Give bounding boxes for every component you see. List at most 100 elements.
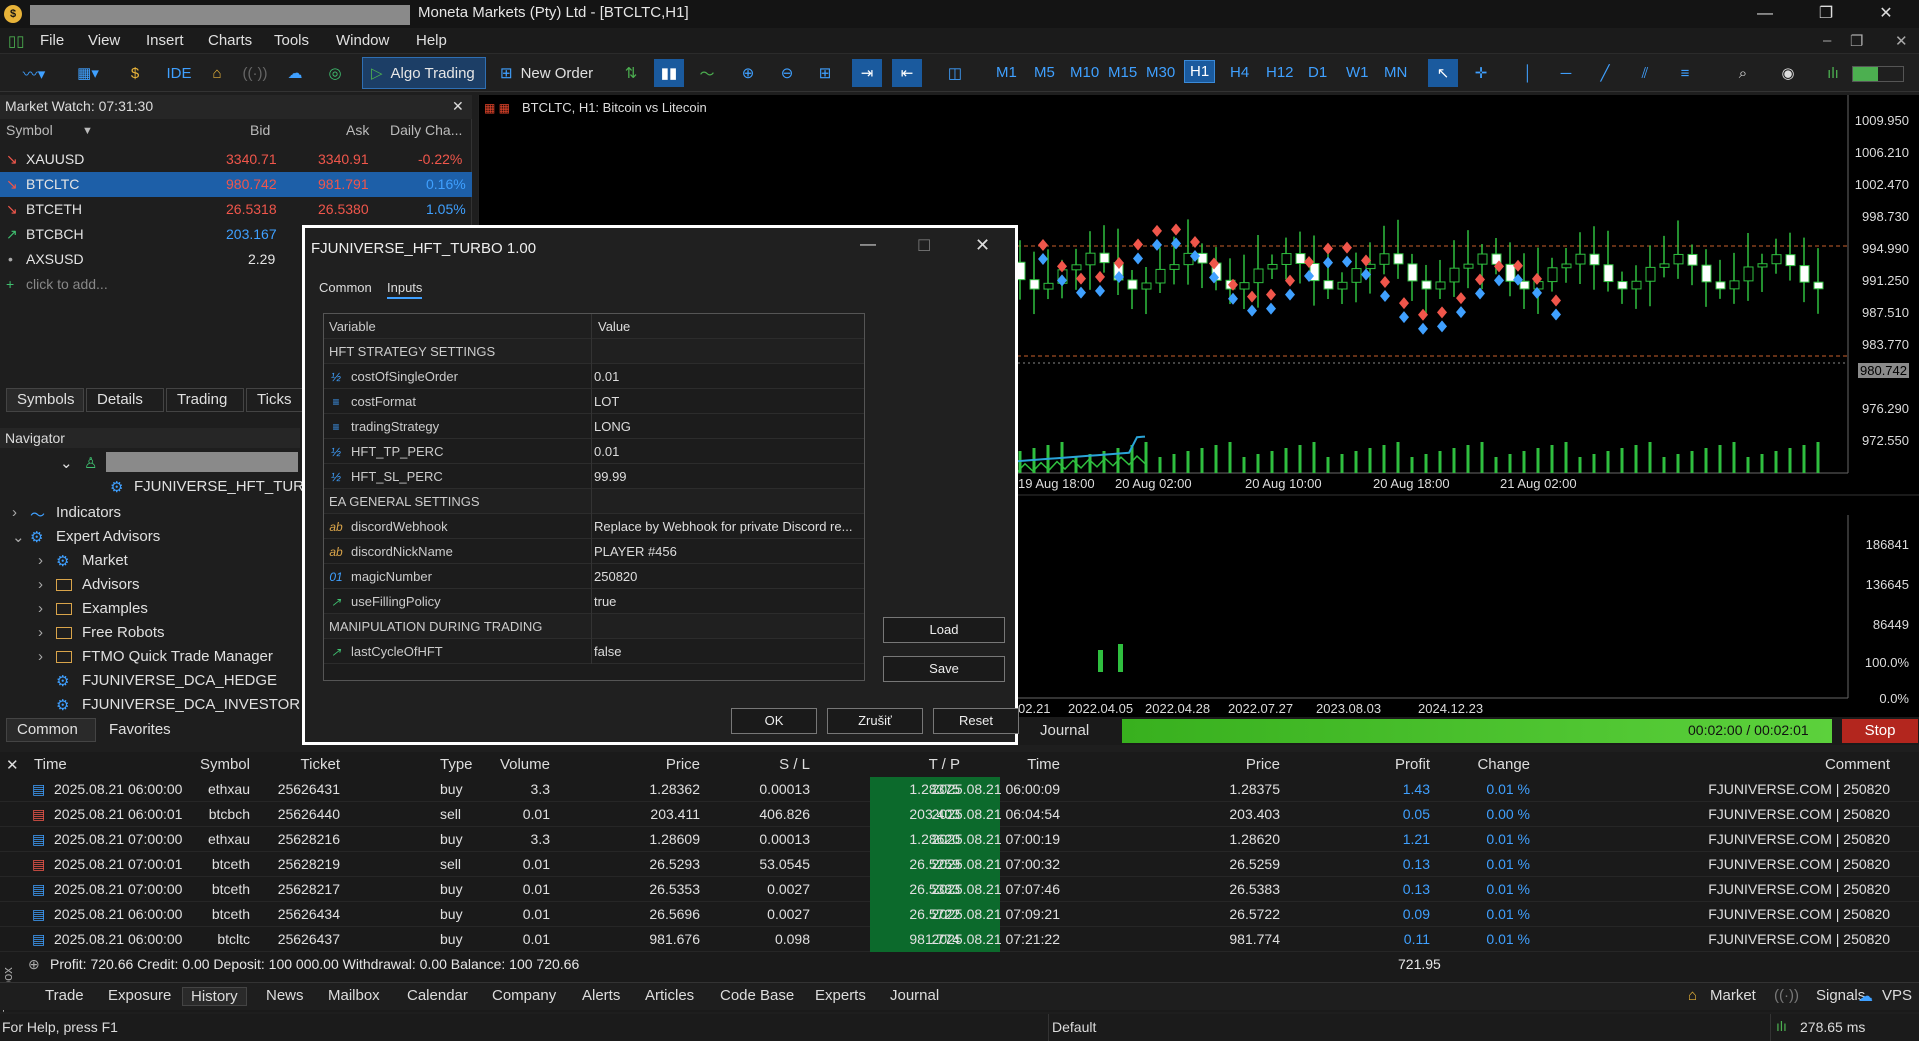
horizontal-line-icon[interactable]: ─ (1553, 59, 1579, 87)
tab-symbols[interactable]: Symbols (6, 388, 84, 412)
navigator-item[interactable]: FJUNIVERSE_HFT_TURBO (134, 478, 326, 495)
chart-restore-icon[interactable]: ❐ (1850, 32, 1863, 50)
variable-value[interactable]: LONG (594, 419, 631, 434)
col-header[interactable]: S / L (779, 756, 810, 773)
navigator-item[interactable]: Advisors (82, 576, 140, 593)
input-row[interactable]: ab discordNickName PLAYER #456 (324, 539, 864, 564)
tf-m5[interactable]: M5 (1034, 64, 1055, 81)
vertical-line-icon[interactable]: │ (1515, 59, 1541, 87)
market-icon[interactable]: ⌂ (204, 59, 230, 87)
crosshair-icon[interactable]: ✛ (1468, 59, 1494, 87)
depth-of-market-icon[interactable]: ⇅ (618, 59, 644, 87)
input-row[interactable]: ab discordWebhook Replace by Webhook for p… (324, 514, 864, 539)
navigator-item[interactable]: Examples (82, 600, 148, 617)
chart-close-icon[interactable]: ✕ (1895, 32, 1908, 50)
input-row[interactable]: 01 magicNumber 250820 (324, 564, 864, 589)
account-icon[interactable]: ◉ (1775, 59, 1801, 87)
col-header[interactable]: Comment (1825, 756, 1890, 773)
deposit-icon[interactable]: $ (122, 59, 148, 87)
save-button[interactable]: Save (883, 656, 1005, 682)
tf-m15[interactable]: M15 (1108, 64, 1137, 81)
input-row[interactable]: ↗ lastCycleOfHFT false (324, 639, 864, 664)
web-icon[interactable]: ◎ (320, 59, 350, 87)
line-chart-icon[interactable]: 〜 (694, 59, 720, 87)
tab-code-base[interactable]: Code Base (720, 987, 794, 1004)
variable-value[interactable]: false (594, 644, 621, 659)
menu-window[interactable]: Window (336, 32, 389, 49)
chevron-down-icon[interactable]: ⌄ (12, 528, 25, 546)
restore-icon[interactable]: ❐ (1806, 2, 1846, 26)
chart-minimize-icon[interactable]: – (1823, 32, 1831, 49)
algo-trading-button[interactable]: ▷ Algo Trading (362, 57, 486, 89)
tab-news[interactable]: News (266, 987, 304, 1004)
close-icon[interactable]: ✕ (1866, 2, 1906, 26)
tab-favorites[interactable]: Favorites (98, 718, 188, 742)
tab-ticks[interactable]: Ticks (246, 388, 306, 412)
col-header[interactable]: Price (666, 756, 700, 773)
tab-journal[interactable]: Journal (1040, 722, 1089, 739)
variable-value[interactable]: 250820 (594, 569, 637, 584)
variable-value[interactable]: 0.01 (594, 444, 619, 459)
tf-m1[interactable]: M1 (996, 64, 1017, 81)
table-row[interactable]: ▤ 2025.08.21 06:00:00 btcltc 25626437 buy 0.0… (0, 927, 1919, 952)
chart-type-icon[interactable]: 〰▾ (14, 59, 54, 87)
screenshot-icon[interactable]: ◫ (942, 59, 968, 87)
variable-value[interactable]: LOT (594, 394, 619, 409)
col-header[interactable]: Type (440, 756, 473, 773)
minimize-icon[interactable]: — (1745, 2, 1785, 26)
reset-button[interactable]: Reset (933, 708, 1019, 734)
channel-icon[interactable]: ⫽ (1632, 59, 1658, 87)
input-row[interactable]: ≡ tradingStrategy LONG (324, 414, 864, 439)
variable-value[interactable]: 99.99 (594, 469, 627, 484)
navigator-item[interactable]: FJUNIVERSE_DCA_HEDGE (82, 672, 277, 689)
close-icon[interactable]: ✕ (452, 98, 464, 115)
tf-h4[interactable]: H4 (1230, 64, 1249, 81)
tab-trade[interactable]: Trade (45, 987, 84, 1004)
navigator-item[interactable]: FTMO Quick Trade Manager (82, 648, 273, 665)
market-row[interactable]: ↘ BTCLTC 980.742 981.791 0.16% (0, 172, 472, 197)
tf-m30[interactable]: M30 (1146, 64, 1175, 81)
col-header[interactable]: Volume (500, 756, 550, 773)
col-change[interactable]: Daily Cha... (390, 122, 462, 138)
tf-w1[interactable]: W1 (1346, 64, 1369, 81)
table-row[interactable]: ▤ 2025.08.21 07:00:00 btceth 25628217 buy 0.0… (0, 877, 1919, 902)
col-header[interactable]: Symbol (200, 756, 250, 773)
menu-charts[interactable]: Charts (208, 32, 252, 49)
chevron-right-icon[interactable]: › (12, 504, 17, 521)
tf-h1[interactable]: H1 (1184, 60, 1216, 83)
table-row[interactable]: ▤ 2025.08.21 06:00:01 btcbch 25626440 sell 0.… (0, 802, 1919, 827)
table-row[interactable]: ▤ 2025.08.21 07:00:00 ethxau 25628216 buy 3.3… (0, 827, 1919, 852)
fibonacci-icon[interactable]: ≡ (1672, 59, 1698, 87)
col-header[interactable]: Time (1027, 756, 1060, 773)
col-header[interactable]: Ticket (301, 756, 340, 773)
col-bid[interactable]: Bid (250, 122, 270, 138)
col-symbol[interactable]: Symbol (6, 122, 53, 138)
chevron-right-icon[interactable]: › (38, 600, 43, 617)
variable-value[interactable]: PLAYER #456 (594, 544, 677, 559)
navigator-item[interactable]: Indicators (56, 504, 121, 521)
market-link[interactable]: Market (1710, 987, 1756, 1004)
variable-value[interactable]: true (594, 594, 616, 609)
tf-mn[interactable]: MN (1384, 64, 1407, 81)
navigator-item[interactable]: Free Robots (82, 624, 165, 641)
menu-view[interactable]: View (88, 32, 120, 49)
input-row[interactable]: ↗ useFillingPolicy true (324, 589, 864, 614)
col-header[interactable]: Profit (1395, 756, 1430, 773)
tab-alerts[interactable]: Alerts (582, 987, 620, 1004)
menu-help[interactable]: Help (416, 32, 447, 49)
search-icon[interactable]: ⌕ (1730, 59, 1756, 87)
tab-journal[interactable]: Journal (890, 987, 939, 1004)
ok-button[interactable]: OK (731, 708, 817, 734)
chevron-right-icon[interactable]: › (38, 552, 43, 569)
terminal-icon[interactable]: ▯▯ (8, 32, 25, 50)
tf-m10[interactable]: M10 (1070, 64, 1099, 81)
tf-d1[interactable]: D1 (1308, 64, 1327, 81)
candles-icon[interactable]: ▮▮ (654, 59, 684, 87)
input-row[interactable]: ≡ costFormat LOT (324, 389, 864, 414)
col-ask[interactable]: Ask (346, 122, 369, 138)
close-icon[interactable]: ✕ (975, 235, 990, 256)
chevron-right-icon[interactable]: › (38, 576, 43, 593)
tab-common[interactable]: Common (319, 280, 372, 295)
tab-trading[interactable]: Trading (166, 388, 244, 412)
market-row[interactable]: ↘ BTCETH 26.5318 26.5380 1.05% (0, 197, 472, 222)
